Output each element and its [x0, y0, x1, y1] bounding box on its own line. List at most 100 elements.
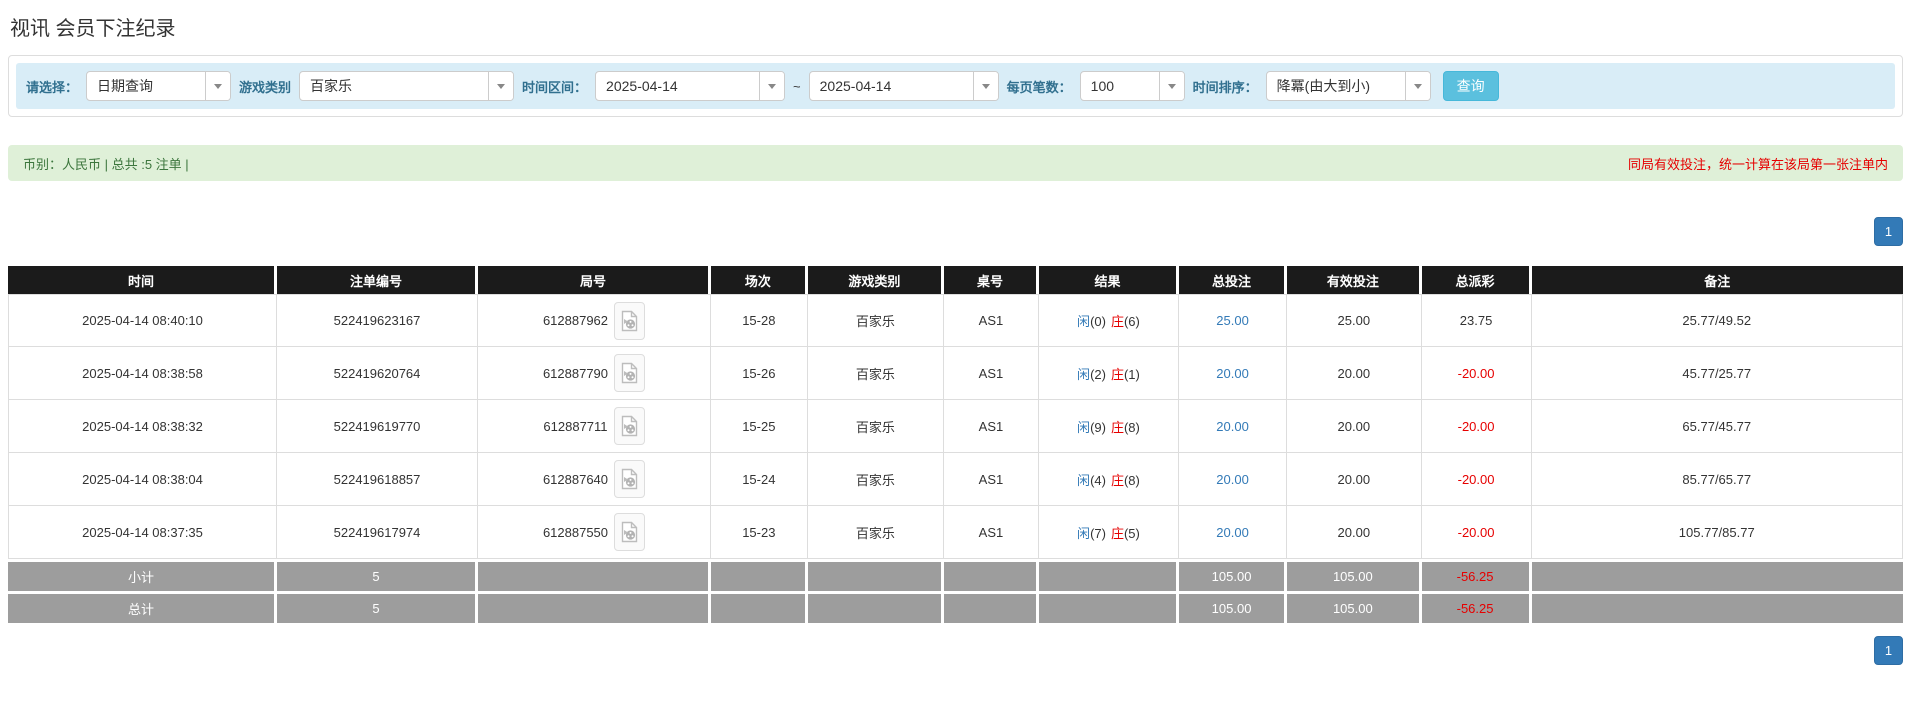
player-result-value: (7) [1090, 526, 1106, 541]
total-bet-link[interactable]: 20.00 [1216, 472, 1249, 487]
round-cell: 612887790 [478, 347, 711, 400]
table-no-cell: AS1 [944, 347, 1039, 400]
col-header-table-no: 桌号 [944, 266, 1039, 294]
valid-bet-cell: 20.00 [1287, 400, 1422, 453]
chevron-down-icon[interactable] [1159, 72, 1184, 100]
page-size-label: 每页笔数： [1007, 77, 1072, 96]
result-cell: 闲(4)庄(8) [1039, 453, 1179, 506]
total-total-bet: 105.00 [1179, 591, 1287, 623]
date-from-select[interactable]: 2025-04-14 [595, 71, 785, 101]
banker-result-label: 庄 [1111, 473, 1124, 488]
total-bet-link[interactable]: 25.00 [1216, 313, 1249, 328]
total-bet-link[interactable]: 20.00 [1216, 366, 1249, 381]
video-replay-button[interactable] [614, 407, 645, 445]
video-file-icon [621, 415, 638, 437]
search-button[interactable]: 查询 [1443, 71, 1499, 101]
video-replay-button[interactable] [614, 354, 645, 392]
total-valid-bet: 105.00 [1287, 591, 1422, 623]
table-no-cell: AS1 [944, 453, 1039, 506]
payout-cell: -20.00 [1422, 347, 1532, 400]
bet-id-cell: 522419623167 [277, 294, 478, 347]
result-cell: 闲(9)庄(8) [1039, 400, 1179, 453]
player-result-label: 闲 [1077, 473, 1090, 488]
total-count: 5 [277, 591, 478, 623]
player-result-value: (0) [1090, 314, 1106, 329]
sort-order-label: 时间排序： [1193, 77, 1258, 96]
game-type-select[interactable]: 百家乐 [299, 71, 514, 101]
chevron-down-icon[interactable] [205, 72, 230, 100]
time-cell: 2025-04-14 08:38:32 [8, 400, 277, 453]
total-label: 总计 [8, 591, 277, 623]
player-result-label: 闲 [1077, 314, 1090, 329]
table-row: 2025-04-14 08:38:32 522419619770 6128877… [8, 400, 1903, 453]
chevron-down-icon[interactable] [488, 72, 513, 100]
sort-order-value: 降冪(由大到小) [1267, 72, 1405, 100]
result-cell: 闲(2)庄(1) [1039, 347, 1179, 400]
remark-cell: 85.77/65.77 [1532, 453, 1904, 506]
video-replay-button[interactable] [614, 460, 645, 498]
table-row: 2025-04-14 08:38:04 522419618857 6128876… [8, 453, 1903, 506]
time-cell: 2025-04-14 08:37:35 [8, 506, 277, 559]
subtotal-payout: -56.25 [1422, 559, 1532, 591]
query-type-select[interactable]: 日期查询 [86, 71, 231, 101]
remark-cell: 65.77/45.77 [1532, 400, 1904, 453]
table-no-cell: AS1 [944, 506, 1039, 559]
time-cell: 2025-04-14 08:38:58 [8, 347, 277, 400]
page-button-1[interactable]: 1 [1874, 217, 1903, 246]
remark-cell: 105.77/85.77 [1532, 506, 1904, 559]
session-cell: 15-28 [711, 294, 808, 347]
game-type-cell: 百家乐 [808, 347, 944, 400]
game-type-cell: 百家乐 [808, 400, 944, 453]
table-footer: 小计 5 105.00 105.00 -56.25 总计 5 [8, 559, 1903, 623]
chevron-down-icon[interactable] [1405, 72, 1430, 100]
table-row: 2025-04-14 08:37:35 522419617974 6128875… [8, 506, 1903, 559]
total-bet-cell: 25.00 [1179, 294, 1287, 347]
subtotal-count: 5 [277, 559, 478, 591]
result-cell: 闲(7)庄(5) [1039, 506, 1179, 559]
chevron-down-icon[interactable] [759, 72, 784, 100]
video-replay-button[interactable] [614, 302, 645, 340]
time-cell: 2025-04-14 08:40:10 [8, 294, 277, 347]
remark-cell: 45.77/25.77 [1532, 347, 1904, 400]
bet-id-cell: 522419618857 [277, 453, 478, 506]
session-cell: 15-23 [711, 506, 808, 559]
total-bet-cell: 20.00 [1179, 347, 1287, 400]
col-header-remark: 备注 [1532, 266, 1904, 294]
page-button-1[interactable]: 1 [1874, 636, 1903, 665]
valid-bet-note: 同局有效投注，统一计算在该局第一张注单内 [1628, 154, 1888, 173]
total-bet-cell: 20.00 [1179, 400, 1287, 453]
chevron-down-icon[interactable] [973, 72, 998, 100]
page-size-select[interactable]: 100 [1080, 71, 1185, 101]
filter-panel: 请选择： 日期查询 游戏类别 百家乐 时间区间： 2025-04-14 ~ 20… [8, 55, 1903, 117]
remark-cell: 25.77/49.52 [1532, 294, 1904, 347]
query-type-value: 日期查询 [87, 72, 205, 100]
empty-cell [1532, 591, 1904, 623]
banker-result-value: (1) [1124, 367, 1140, 382]
valid-bet-cell: 20.00 [1287, 453, 1422, 506]
video-file-icon [621, 468, 638, 490]
round-id: 612887711 [543, 419, 607, 434]
table-header: 时间 注单编号 局号 场次 游戏类别 桌号 结果 总投注 有效投注 总派彩 备注 [8, 266, 1903, 294]
time-cell: 2025-04-14 08:38:04 [8, 453, 277, 506]
summary-bar: 币别：人民币 | 总共 :5 注单 | 同局有效投注，统一计算在该局第一张注单内 [8, 145, 1903, 181]
video-file-icon [621, 521, 638, 543]
empty-cell [1532, 559, 1904, 591]
total-bet-link[interactable]: 20.00 [1216, 525, 1249, 540]
table-no-cell: AS1 [944, 400, 1039, 453]
bet-id-cell: 522419620764 [277, 347, 478, 400]
video-file-icon [621, 310, 638, 332]
empty-cell [711, 591, 808, 623]
payout-cell: -20.00 [1422, 400, 1532, 453]
sort-order-select[interactable]: 降冪(由大到小) [1266, 71, 1431, 101]
date-to-select[interactable]: 2025-04-14 [809, 71, 999, 101]
payout-cell: -20.00 [1422, 506, 1532, 559]
total-bet-link[interactable]: 20.00 [1216, 419, 1249, 434]
game-type-cell: 百家乐 [808, 453, 944, 506]
time-range-label: 时间区间： [522, 77, 587, 96]
col-header-total-bet: 总投注 [1179, 266, 1287, 294]
empty-cell [1039, 591, 1179, 623]
col-header-round-id: 局号 [478, 266, 711, 294]
valid-bet-cell: 25.00 [1287, 294, 1422, 347]
video-replay-button[interactable] [614, 513, 645, 551]
valid-bet-cell: 20.00 [1287, 506, 1422, 559]
